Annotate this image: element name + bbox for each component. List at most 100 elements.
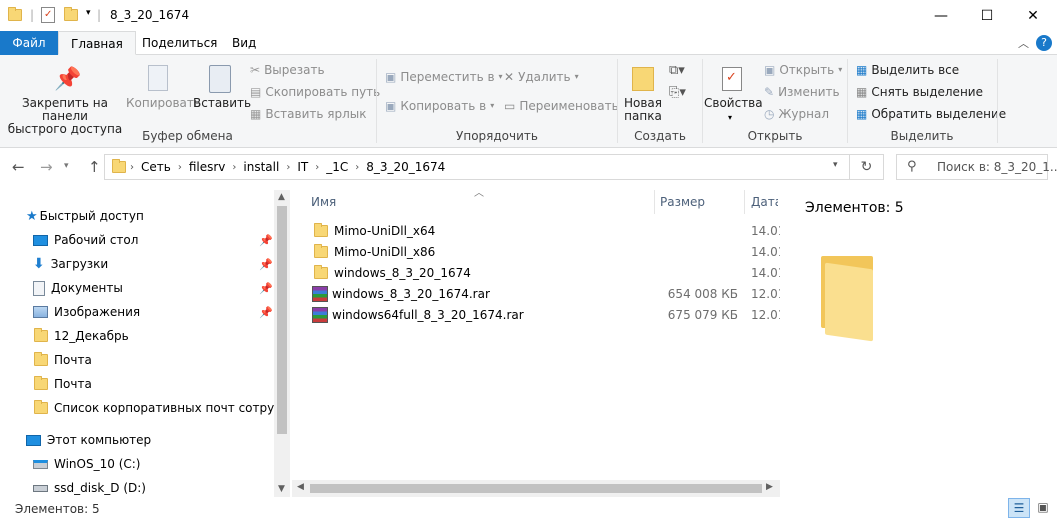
new-folder-quick-icon[interactable] <box>64 7 78 21</box>
pin-to-quick-access-button[interactable]: 📌 Закрепить на панели быстрого доступа <box>4 63 126 136</box>
new-group-label: Создать <box>634 129 686 143</box>
folder-icon <box>314 222 328 237</box>
breadcrumb-item[interactable]: install <box>238 160 284 174</box>
scrollbar-thumb[interactable] <box>277 206 287 434</box>
address-dropdown-icon[interactable]: ▾ <box>833 160 838 170</box>
pin-icon[interactable]: 📌 <box>259 282 273 295</box>
search-input[interactable]: Поиск в: 8_3_20_1... <box>937 160 1057 174</box>
scroll-left-icon[interactable]: ◀ <box>297 482 304 492</box>
collapse-ribbon-icon[interactable]: ︿ <box>1018 35 1029 51</box>
large-icons-view-icon[interactable]: ▣ <box>1032 498 1054 518</box>
preview-item-count: Элементов: 5 <box>805 200 904 216</box>
column-divider[interactable] <box>744 190 745 214</box>
properties-quick-icon[interactable]: ✓ <box>41 7 55 23</box>
copy-button[interactable]: Копировать <box>126 63 201 127</box>
chevron-right-icon[interactable]: › <box>176 162 184 173</box>
customize-quick-access-icon[interactable]: ▾ <box>86 8 91 18</box>
tab-view[interactable]: Вид <box>220 31 268 55</box>
properties-button[interactable]: ✓ Свойства ▾ <box>704 63 763 127</box>
help-icon[interactable]: ? <box>1036 35 1052 51</box>
up-arrow-icon[interactable]: ↑ <box>88 158 101 176</box>
nav-item-folder[interactable]: Список корпоративных почт сотрудник <box>34 396 274 420</box>
back-arrow-icon[interactable]: ← <box>12 158 25 176</box>
tab-share[interactable]: Поделиться <box>130 31 229 55</box>
column-header-date[interactable]: Дата <box>751 190 778 214</box>
nav-drive-c[interactable]: WinOS_10 (C:) <box>33 452 140 476</box>
pin-icon[interactable]: 📌 <box>259 234 273 247</box>
nav-item-folder[interactable]: Почта <box>34 372 274 396</box>
pin-icon[interactable]: 📌 <box>259 306 273 319</box>
pin-icon[interactable]: 📌 <box>259 258 273 271</box>
breadcrumb-item[interactable]: 8_3_20_1674 <box>361 160 450 174</box>
file-row[interactable]: Mimo-UniDll_x64 14.01 <box>311 220 785 241</box>
edit-button[interactable]: ✎ Изменить <box>764 82 840 102</box>
breadcrumb-item[interactable]: _1C <box>321 160 353 174</box>
address-bar[interactable]: › Сеть › filesrv › install › IT › _1C › … <box>104 154 850 180</box>
copy-path-button[interactable]: ▤ Скопировать путь <box>250 82 380 102</box>
new-folder-button[interactable]: Новая папка <box>620 63 666 127</box>
chevron-down-icon: ▾ <box>574 72 579 81</box>
scroll-right-icon[interactable]: ▶ <box>766 482 773 492</box>
file-row[interactable]: Mimo-UniDll_x86 14.01 <box>311 241 785 262</box>
scrollbar-thumb[interactable] <box>310 484 762 493</box>
tab-home[interactable]: Главная <box>58 31 136 55</box>
nav-this-pc[interactable]: Этот компьютер <box>26 428 151 452</box>
details-view-icon[interactable]: ☰ <box>1008 498 1030 518</box>
open-button[interactable]: ▣ Открыть ▾ <box>764 60 842 80</box>
select-all-button[interactable]: ▦ Выделить все <box>856 60 959 80</box>
scroll-down-icon[interactable]: ▼ <box>278 484 285 494</box>
nav-item-pictures[interactable]: Изображения 📌 <box>33 300 273 324</box>
paste-shortcut-button[interactable]: ▦ Вставить ярлык <box>250 104 367 124</box>
paste-button[interactable]: Вставить <box>193 63 251 127</box>
nav-item-desktop[interactable]: Рабочий стол 📌 <box>33 228 273 252</box>
new-item-icon[interactable]: ⧉▾ <box>669 63 685 78</box>
refresh-button[interactable]: ↻ <box>850 154 884 180</box>
nav-item-folder[interactable]: Почта <box>34 348 274 372</box>
column-header-name[interactable]: Имя <box>311 190 654 214</box>
copy-to-button[interactable]: ▣ Копировать в ▾ <box>385 96 494 116</box>
file-row[interactable]: windows_8_3_20_1674.rar 654 008 КБ 12.01 <box>311 283 785 304</box>
file-list-hscrollbar[interactable]: ◀ ▶ <box>292 480 780 497</box>
group-divider <box>997 59 998 143</box>
recent-locations-icon[interactable]: ▾ <box>64 161 69 171</box>
nav-scrollbar[interactable]: ▲ ▼ <box>274 190 290 498</box>
delete-button[interactable]: ✕ Удалить ▾ <box>504 67 579 87</box>
easy-access-icon[interactable]: ⎘▾ <box>669 85 686 100</box>
history-button[interactable]: ◷ Журнал <box>764 104 829 124</box>
maximize-button[interactable]: ☐ <box>964 0 1010 31</box>
breadcrumb-item[interactable]: Сеть <box>136 160 176 174</box>
nav-item-label: Изображения <box>54 305 141 319</box>
nav-item-downloads[interactable]: ⬇ Загрузки 📌 <box>33 252 273 276</box>
chevron-right-icon[interactable]: › <box>313 162 321 173</box>
breadcrumb-item[interactable]: filesrv <box>184 160 231 174</box>
new-folder-icon <box>632 67 654 91</box>
select-none-button[interactable]: ▦ Снять выделение <box>856 82 983 102</box>
select-all-icon: ▦ <box>856 63 868 77</box>
breadcrumb-item[interactable]: IT <box>292 160 313 174</box>
close-button[interactable]: ✕ <box>1010 0 1056 31</box>
forward-arrow-icon[interactable]: → <box>40 158 53 176</box>
minimize-button[interactable]: — <box>918 0 964 31</box>
pin-icon: 📌 <box>54 67 82 92</box>
preview-pane: Элементов: 5 <box>780 190 1057 490</box>
column-divider[interactable] <box>654 190 655 214</box>
rename-button[interactable]: ▭ Переименовать <box>504 96 619 116</box>
search-box[interactable]: ⚲ Поиск в: 8_3_20_1... <box>896 154 1057 180</box>
nav-item-label: Почта <box>54 353 92 367</box>
tab-file[interactable]: Файл <box>0 31 58 55</box>
desktop-icon <box>33 234 48 246</box>
file-row[interactable]: windows64full_8_3_20_1674.rar 675 079 КБ… <box>311 304 785 325</box>
nav-quick-access[interactable]: ★ Быстрый доступ <box>26 204 144 228</box>
scroll-up-icon[interactable]: ▲ <box>278 192 285 202</box>
nav-item-documents[interactable]: Документы 📌 <box>33 276 273 300</box>
cut-button[interactable]: ✂ Вырезать <box>250 60 325 80</box>
column-header-size[interactable]: Размер <box>660 190 744 214</box>
copy-label: Копировать <box>126 96 201 110</box>
chevron-right-icon[interactable]: › <box>230 162 238 173</box>
file-row[interactable]: windows_8_3_20_1674 14.01 <box>311 262 785 283</box>
move-to-button[interactable]: ▣ Переместить в ▾ <box>385 67 503 87</box>
chevron-right-icon[interactable]: › <box>284 162 292 173</box>
chevron-right-icon[interactable]: › <box>353 162 361 173</box>
nav-item-folder[interactable]: 12_Декабрь <box>34 324 274 348</box>
invert-selection-button[interactable]: ▦ Обратить выделение <box>856 104 1006 124</box>
